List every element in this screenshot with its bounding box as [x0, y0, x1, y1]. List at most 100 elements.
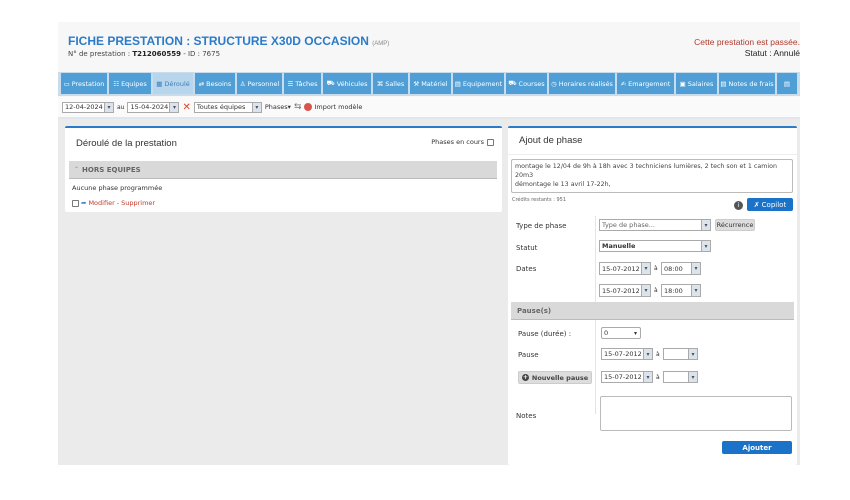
tab-equipement[interactable]: ▤ Equipement — [453, 73, 504, 94]
tab-prestation[interactable]: ▭ Prestation — [61, 73, 107, 94]
start-date-value: 15-07-2012 — [602, 264, 640, 273]
tab-equipes[interactable]: ☷ Equipes — [109, 73, 151, 94]
end-time-select[interactable]: 18:00 ▾ — [661, 284, 701, 297]
magic-wand-icon: ✗ — [753, 200, 760, 209]
info-icon[interactable]: i — [734, 201, 743, 210]
end-date-select[interactable]: 15-07-2012 ▾ — [599, 284, 651, 297]
a-label: à — [656, 351, 660, 358]
pause1-date-select[interactable]: 15-07-2012 ▾ — [601, 348, 653, 360]
tab-horaires-réalisés[interactable]: ◷ Horaires réalisés — [549, 73, 615, 94]
tab-label: Emargement — [628, 79, 671, 88]
tab-courses[interactable]: ⛟ Courses — [506, 73, 547, 94]
tab-tâches[interactable]: ☰ Tâches — [284, 73, 321, 94]
pause-duration-select[interactable]: 0 ▾ — [601, 327, 641, 339]
equipment-icon: ▤ — [454, 79, 461, 88]
passed-notice: Cette prestation est passée. — [694, 37, 800, 47]
add-button[interactable]: Ajouter — [722, 441, 792, 454]
pause2-time-select[interactable]: ▾ — [663, 371, 698, 383]
tab-salaires[interactable]: ▣ Salaires — [676, 73, 717, 94]
tab-personnel[interactable]: ♙ Personnel — [237, 73, 282, 94]
start-time-select[interactable]: 08:00 ▾ — [661, 262, 701, 275]
list-icon: ☰ — [287, 79, 294, 88]
pause-duration-label: Pause (durée) : — [518, 330, 572, 338]
tab-label: Matériel — [421, 79, 448, 88]
phases-en-cours-checkbox[interactable] — [487, 138, 494, 146]
pause-label: Pause — [518, 351, 539, 359]
new-pause-label: Nouvelle pause — [531, 373, 589, 382]
collapse-icon[interactable]: ⌃ — [74, 166, 79, 173]
tab-véhicules[interactable]: ⛟ Véhicules — [323, 73, 371, 94]
chevron-down-icon: ▾ — [701, 241, 710, 251]
number-label: N° de prestation : — [68, 50, 131, 58]
plus-circle-icon: + — [521, 374, 529, 381]
chevron-down-icon: ▾ — [643, 349, 652, 359]
clock-icon: ◷ — [551, 79, 557, 88]
tab-notes-de-frais[interactable]: ▤ Notes de frais — [719, 73, 775, 94]
pause-duration-value: 0 — [604, 329, 609, 337]
tab-label: Personnel — [247, 79, 280, 88]
group-header[interactable]: ⌃ HORS EQUIPES — [69, 161, 497, 179]
copilot-prompt-textarea[interactable]: montage le 12/04 de 9h à 18h avec 3 tech… — [511, 159, 793, 193]
notes-textarea[interactable] — [600, 396, 792, 431]
tab-more[interactable]: ▤ — [777, 73, 797, 94]
title-tag: (AMP) — [372, 41, 390, 47]
new-pause-button[interactable]: + Nouvelle pause — [518, 371, 592, 384]
chevron-down-icon: ▾ — [688, 349, 697, 359]
user-icon: ♙ — [239, 79, 246, 88]
ajout-phase-panel: Ajout de phase montage le 12/04 de 9h à … — [508, 126, 797, 465]
wrench-icon: ⚒ — [413, 79, 420, 88]
title-text: FICHE PRESTATION : STRUCTURE X30D OCCASI… — [68, 34, 369, 48]
chevron-down-icon: ▾ — [691, 263, 700, 274]
tab-déroulé[interactable]: ▦ Déroulé — [153, 73, 193, 94]
type-label: Type de phase — [516, 222, 567, 230]
tab-matériel[interactable]: ⚒ Matériel — [410, 73, 451, 94]
pause2-date-value: 15-07-2012 — [604, 373, 642, 381]
date-from-select[interactable]: 12-04-2024 ▾ — [62, 101, 114, 113]
statut-select[interactable]: Manuelle ▾ — [599, 240, 711, 252]
tab-label: Courses — [518, 79, 545, 88]
chevron-down-icon: ▾ — [169, 102, 179, 112]
modify-link[interactable]: Modifier — [88, 199, 114, 207]
copilot-button[interactable]: ✗ Copilot — [747, 198, 793, 211]
date-from-value: 12-04-2024 — [65, 103, 103, 111]
date-to-value: 15-04-2024 — [130, 103, 169, 111]
tab-emargement[interactable]: ✍ Emargement — [617, 73, 674, 94]
separator: - — [116, 199, 120, 207]
tab-label: Prestation — [71, 79, 105, 88]
phases-dropdown[interactable]: Phases▾ — [265, 103, 291, 111]
chevron-down-icon: ▾ — [633, 329, 637, 337]
calendar-icon: ▦ — [156, 79, 163, 88]
select-checkbox[interactable] — [72, 199, 79, 207]
tab-label: Besoins — [206, 79, 232, 88]
recurrence-button[interactable]: Récurrence — [715, 219, 755, 231]
type-select[interactable]: Type de phase... ▾ — [599, 219, 711, 231]
tab-label: Equipement — [462, 79, 503, 88]
pause2-date-select[interactable]: 15-07-2012 ▾ — [601, 371, 653, 383]
team-icon: ☷ — [113, 79, 120, 88]
id-label: - ID : 7675 — [183, 50, 221, 58]
date-to-select[interactable]: 15-04-2024 ▾ — [127, 101, 180, 113]
chevron-down-icon: ▾ — [691, 285, 700, 296]
phases-en-cours-toggle[interactable]: Phases en cours — [431, 138, 494, 146]
import-model-button[interactable]: Import modèle — [304, 103, 362, 111]
au-label: au — [117, 103, 125, 111]
chevron-down-icon: ▾ — [251, 102, 261, 112]
tab-besoins[interactable]: ⇄ Besoins — [195, 73, 235, 94]
refresh-icon[interactable]: ⇆ — [294, 102, 302, 112]
tab-salles[interactable]: ⌘ Salles — [373, 73, 408, 94]
delete-link[interactable]: Supprimer — [121, 199, 155, 207]
tab-label: Déroulé — [164, 79, 190, 88]
page-title: FICHE PRESTATION : STRUCTURE X30D OCCASI… — [68, 34, 389, 48]
pause1-time-select[interactable]: ▾ — [663, 348, 698, 360]
team-filter-select[interactable]: Toutes équipes ▾ — [193, 101, 262, 113]
needs-icon: ⇄ — [198, 79, 205, 88]
dates-label: Dates — [516, 265, 537, 273]
tab-label: Equipes — [121, 79, 147, 88]
chevron-down-icon: ▾ — [641, 263, 650, 274]
truck-icon: ⛟ — [508, 79, 517, 87]
start-date-select[interactable]: 15-07-2012 ▾ — [599, 262, 651, 275]
group-label: HORS EQUIPES — [82, 165, 141, 174]
tab-label: Véhicules — [336, 79, 368, 88]
clear-icon[interactable]: ✕ — [182, 102, 190, 113]
credits-remaining: Crédits restants : 951 — [512, 197, 567, 203]
